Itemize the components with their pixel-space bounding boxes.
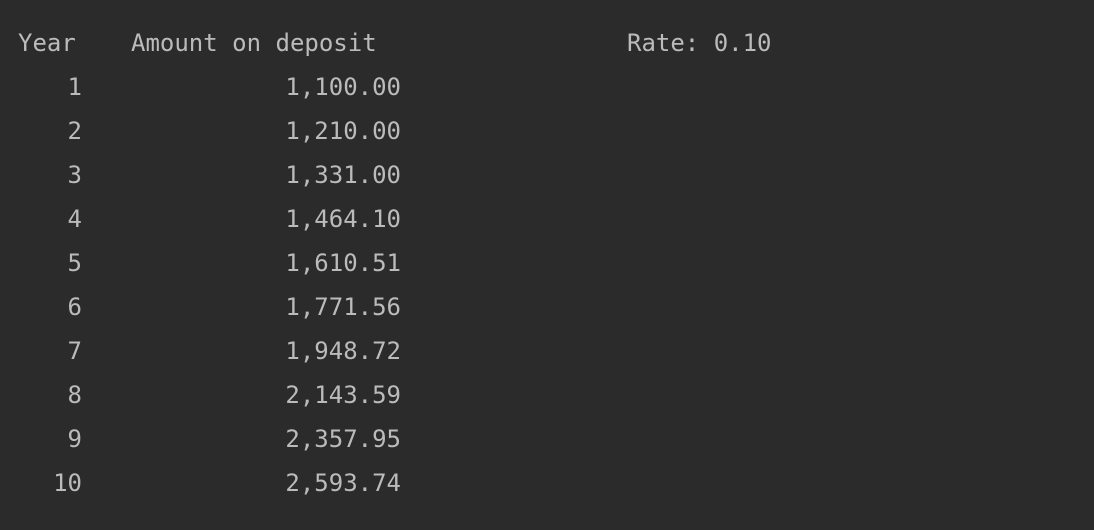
amount-cell: 1,464.10	[285, 205, 401, 233]
year-cell: 6	[67, 293, 82, 321]
amount-cell: 2,357.95	[285, 425, 401, 453]
amount-cell: 1,610.51	[285, 249, 401, 277]
amount-cell: 1,100.00	[285, 73, 401, 101]
rate-label: Rate: 0.10	[627, 29, 772, 57]
table-row: 7 1,948.72	[0, 336, 1094, 366]
year-column-header: Year	[18, 29, 76, 57]
year-cell: 3	[67, 161, 82, 189]
console-output: ----------------------------------------…	[0, 0, 1094, 530]
table-row: 10 2,593.74	[0, 468, 1094, 498]
table-row: 5 1,610.51	[0, 248, 1094, 278]
year-cell: 5	[67, 249, 82, 277]
amount-column-header: Amount on deposit	[131, 29, 377, 57]
table-row: 6 1,771.56	[0, 292, 1094, 322]
amount-cell: 1,331.00	[285, 161, 401, 189]
year-cell: 8	[67, 381, 82, 409]
table-row: 1 1,100.00	[0, 72, 1094, 102]
amount-cell: 2,143.59	[285, 381, 401, 409]
amount-cell: 2,593.74	[285, 469, 401, 497]
table-row: 9 2,357.95	[0, 424, 1094, 454]
table-row: 2 1,210.00	[0, 116, 1094, 146]
year-cell: 1	[67, 73, 82, 101]
table-header: Year Amount on deposit Rate: 0.10	[0, 28, 1094, 58]
table-row: 8 2,143.59	[0, 380, 1094, 410]
table-row: 3 1,331.00	[0, 160, 1094, 190]
year-cell: 4	[67, 205, 82, 233]
year-cell: 10	[53, 469, 82, 497]
separator-line: ----------------------------------------…	[18, 0, 898, 6]
amount-cell: 1,771.56	[285, 293, 401, 321]
year-cell: 7	[67, 337, 82, 365]
table-row: 4 1,464.10	[0, 204, 1094, 234]
year-cell: 9	[67, 425, 82, 453]
amount-cell: 1,948.72	[285, 337, 401, 365]
year-cell: 2	[67, 117, 82, 145]
amount-cell: 1,210.00	[285, 117, 401, 145]
